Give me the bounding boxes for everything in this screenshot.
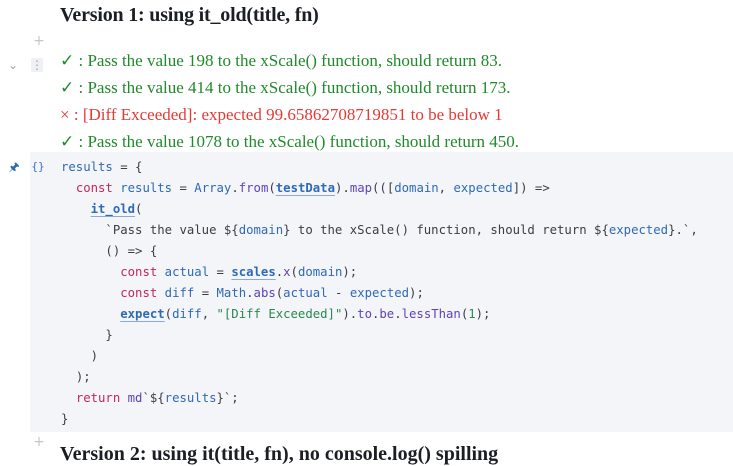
braces-icon[interactable]: {} — [30, 160, 46, 174]
pass-check-icon: ✓ — [60, 78, 75, 97]
code-line: const diff = Math.abs(actual - expected)… — [120, 286, 424, 300]
next-section-heading: Version 2: using it(title, fn), no conso… — [60, 443, 499, 465]
pass-check-icon: ✓ — [60, 132, 75, 151]
code-line: } — [61, 412, 69, 426]
section-heading: Version 1: using it_old(title, fn) — [60, 4, 319, 26]
code-line: } — [105, 328, 113, 342]
test-result-line: × : [Diff Exceeded]: expected 99.6586270… — [60, 105, 503, 124]
pin-icon[interactable]: 🖈 — [8, 160, 20, 174]
add-cell-plus-icon[interactable]: + — [32, 435, 46, 449]
code-editor[interactable]: results = { const results = Array.from(t… — [61, 157, 698, 430]
test-result-line: ✓ : Pass the value 414 to the xScale() f… — [60, 78, 511, 97]
code-line: const actual = scales.x(domain); — [120, 265, 358, 279]
fail-cross-icon: × — [60, 105, 70, 124]
test-result-line: ✓ : Pass the value 198 to the xScale() f… — [60, 51, 502, 70]
cell-output: ✓ : Pass the value 198 to the xScale() f… — [60, 47, 519, 155]
add-cell-plus-icon[interactable]: + — [32, 34, 46, 48]
pass-check-icon: ✓ — [60, 51, 75, 70]
code-line: expect(diff, "[Diff Exceeded]").to.be.le… — [120, 307, 491, 321]
code-line: `Pass the value ${domain} to the xScale(… — [105, 223, 698, 237]
code-line: const results = Array.from(testData).map… — [75, 181, 550, 195]
collapse-chevron-icon[interactable]: ⌄ — [6, 58, 20, 72]
code-line: return md`${results}`; — [75, 391, 239, 405]
code-line: it_old( — [90, 202, 143, 216]
code-line: () => { — [105, 244, 158, 258]
code-line: results = { — [61, 160, 143, 174]
code-line: ); — [75, 370, 91, 384]
code-line: ) — [90, 349, 99, 363]
cell-menu-icon[interactable]: ⋮ — [31, 58, 43, 72]
test-result-line: ✓ : Pass the value 1078 to the xScale() … — [60, 132, 519, 151]
